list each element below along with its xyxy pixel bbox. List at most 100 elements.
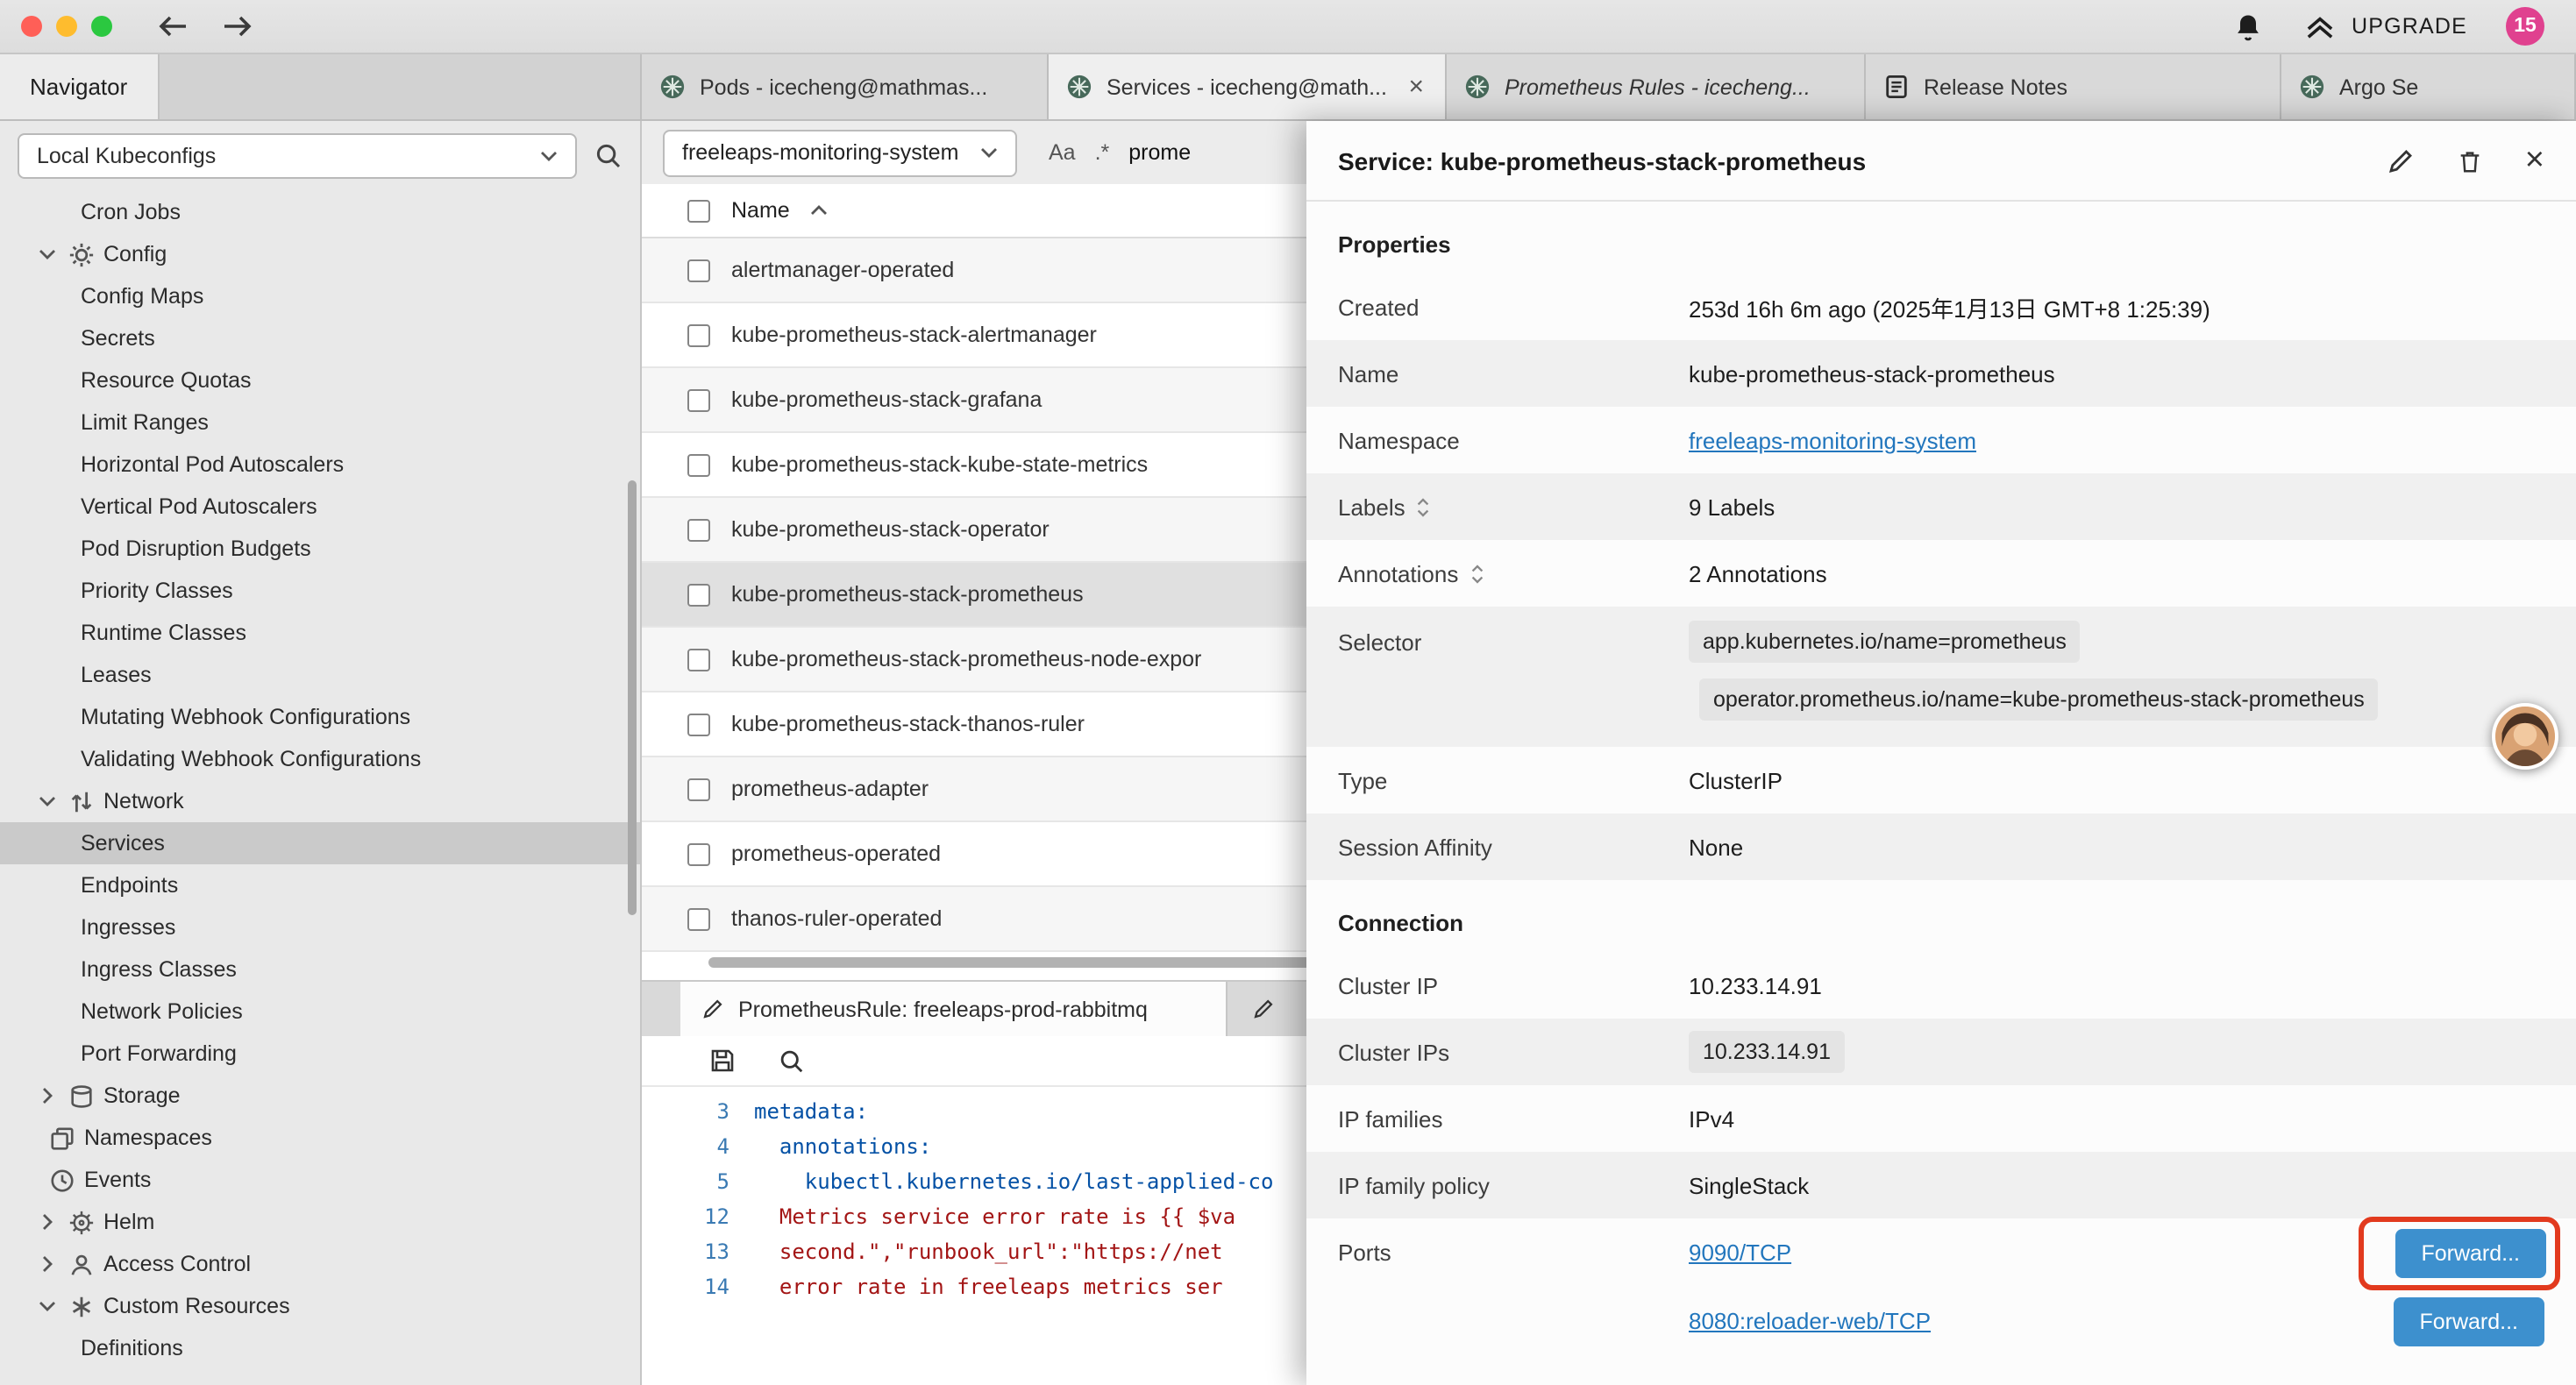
chevron-right-icon — [42, 1255, 53, 1273]
cluster-icon — [1464, 74, 1491, 100]
upgrade-button[interactable]: UPGRADE — [2302, 13, 2467, 39]
sidebar-item-vertical-pod-autoscalers[interactable]: Vertical Pod Autoscalers — [0, 486, 640, 528]
sidebar-item-services[interactable]: Services — [0, 822, 640, 864]
forward-port-8080-button[interactable]: Forward... — [2393, 1296, 2544, 1346]
service-name-cell: kube-prometheus-stack-kube-state-metrics — [731, 452, 1148, 477]
forward-icon[interactable] — [223, 14, 253, 39]
port-8080-link[interactable]: 8080:reloader-web/TCP — [1689, 1308, 1931, 1334]
sidebar-item-network-policies[interactable]: Network Policies — [0, 991, 640, 1033]
sidebar-item-definitions[interactable]: Definitions — [0, 1327, 640, 1369]
service-name-cell: kube-prometheus-stack-prometheus — [731, 582, 1084, 607]
close-tab-icon[interactable]: × — [1405, 72, 1427, 102]
sidebar-item-endpoints[interactable]: Endpoints — [0, 864, 640, 906]
sidebar-item-access-control[interactable]: Access Control — [0, 1243, 640, 1285]
row-checkbox[interactable] — [687, 648, 710, 671]
sidebar-item-pod-disruption-budgets[interactable]: Pod Disruption Budgets — [0, 528, 640, 570]
type-value: ClusterIP — [1689, 767, 2544, 793]
delete-trash-icon[interactable] — [2457, 146, 2483, 174]
row-checkbox[interactable] — [687, 453, 710, 476]
name-column-header[interactable]: Name — [731, 198, 790, 223]
zoom-window-button[interactable] — [91, 16, 112, 37]
row-checkbox[interactable] — [687, 323, 710, 346]
save-icon[interactable] — [708, 1047, 737, 1075]
navigator-panel-tab[interactable]: Navigator — [0, 54, 159, 119]
match-case-toggle[interactable]: Aa — [1049, 140, 1076, 165]
sidebar-item-ingresses[interactable]: Ingresses — [0, 906, 640, 948]
sidebar-item-helm[interactable]: Helm — [0, 1201, 640, 1243]
selector-badge: app.kubernetes.io/name=prometheus — [1689, 621, 2081, 663]
row-checkbox[interactable] — [687, 583, 710, 606]
sidebar-item-custom-resources[interactable]: Custom Resources — [0, 1285, 640, 1327]
sidebar-item-horizontal-pod-autoscalers[interactable]: Horizontal Pod Autoscalers — [0, 444, 640, 486]
service-details-drawer: Service: kube-prometheus-stack-prometheu… — [1306, 121, 2576, 1385]
sidebar-item-validating-webhook-configurations[interactable]: Validating Webhook Configurations — [0, 738, 640, 780]
search-input[interactable]: prome — [1128, 140, 1191, 165]
kubeconfig-select[interactable]: Local Kubeconfigs — [18, 133, 577, 179]
row-checkbox[interactable] — [687, 518, 710, 541]
select-all-checkbox[interactable] — [687, 199, 710, 222]
notification-count-badge[interactable]: 15 — [2506, 7, 2544, 46]
sidebar-item-cron-jobs[interactable]: Cron Jobs — [0, 191, 640, 233]
row-checkbox[interactable] — [687, 388, 710, 411]
namespace-filter-select[interactable]: freeleaps-monitoring-system — [663, 129, 1017, 176]
expand-collapse-icon[interactable] — [1469, 562, 1484, 585]
editor-line-text: annotations: — [754, 1129, 931, 1164]
row-checkbox[interactable] — [687, 842, 710, 865]
sidebar-item-mutating-webhook-configurations[interactable]: Mutating Webhook Configurations — [0, 696, 640, 738]
expand-collapse-icon[interactable] — [1416, 495, 1432, 518]
close-icon[interactable]: × — [2525, 144, 2544, 177]
tab-prometheus-rules[interactable]: Prometheus Rules - icecheng... — [1447, 54, 1866, 119]
minimize-window-button[interactable] — [56, 16, 77, 37]
sidebar-item-events[interactable]: Events — [0, 1159, 640, 1201]
edit-pencil-icon[interactable] — [2387, 146, 2415, 174]
tab-pods[interactable]: Pods - icecheng@mathmas... — [642, 54, 1049, 119]
cluster-ip-value: 10.233.14.91 — [1689, 972, 2544, 998]
sidebar-item-network[interactable]: Network — [0, 780, 640, 822]
connection-section-title: Connection — [1306, 880, 2576, 952]
storage-icon — [68, 1083, 95, 1109]
line-number: 5 — [642, 1164, 754, 1199]
ip-family-policy-value: SingleStack — [1689, 1172, 2544, 1198]
sidebar-item-leases[interactable]: Leases — [0, 654, 640, 696]
notifications-bell-icon[interactable] — [2232, 10, 2264, 43]
sidebar-item-runtime-classes[interactable]: Runtime Classes — [0, 612, 640, 654]
navigator-tree: Cron Jobs Config Config Maps Secrets Res… — [0, 191, 640, 1369]
type-label: Type — [1338, 767, 1689, 793]
sidebar-scrollbar[interactable] — [628, 480, 637, 915]
tab-services[interactable]: Services - icecheng@math... × — [1049, 54, 1447, 119]
close-window-button[interactable] — [21, 16, 42, 37]
tab-argo[interactable]: Argo Se — [2281, 54, 2576, 119]
chevron-down-icon — [540, 151, 558, 161]
back-icon[interactable] — [158, 14, 188, 39]
row-checkbox[interactable] — [687, 259, 710, 281]
regex-toggle[interactable]: .* — [1095, 140, 1110, 165]
sidebar-item-ingress-classes[interactable]: Ingress Classes — [0, 948, 640, 991]
tab-release-notes[interactable]: Release Notes — [1866, 54, 2281, 119]
sidebar-item-secrets[interactable]: Secrets — [0, 317, 640, 359]
sidebar-item-resource-quotas[interactable]: Resource Quotas — [0, 359, 640, 401]
sidebar-item-storage[interactable]: Storage — [0, 1075, 640, 1117]
config-gear-icon — [68, 241, 95, 267]
search-icon[interactable] — [594, 142, 623, 170]
navigator-title: Navigator — [30, 74, 127, 100]
row-checkbox[interactable] — [687, 778, 710, 800]
sidebar-item-priority-classes[interactable]: Priority Classes — [0, 570, 640, 612]
port-9090-link[interactable]: 9090/TCP — [1689, 1239, 1791, 1266]
tab-label: Prometheus Rules - icecheng... — [1505, 75, 1847, 99]
tab-label: Pods - icecheng@mathmas... — [700, 75, 1029, 99]
forward-port-9090-button[interactable]: Forward... — [2395, 1228, 2546, 1277]
row-checkbox[interactable] — [687, 907, 710, 930]
sort-ascending-icon[interactable] — [811, 205, 829, 216]
dock-tab-prometheusrule[interactable]: PrometheusRule: freeleaps-prod-rabbitmq — [680, 982, 1228, 1036]
sidebar-item-config-maps[interactable]: Config Maps — [0, 275, 640, 317]
sidebar-item-limit-ranges[interactable]: Limit Ranges — [0, 401, 640, 444]
search-icon[interactable] — [779, 1048, 805, 1074]
avatar[interactable] — [2492, 703, 2558, 770]
namespace-link[interactable]: freeleaps-monitoring-system — [1689, 427, 1976, 453]
sidebar-item-config[interactable]: Config — [0, 233, 640, 275]
sidebar-item-label: Access Control — [103, 1252, 251, 1276]
row-checkbox[interactable] — [687, 713, 710, 735]
sidebar-item-port-forwarding[interactable]: Port Forwarding — [0, 1033, 640, 1075]
sidebar-item-namespaces[interactable]: Namespaces — [0, 1117, 640, 1159]
properties-section-title: Properties — [1306, 202, 2576, 273]
